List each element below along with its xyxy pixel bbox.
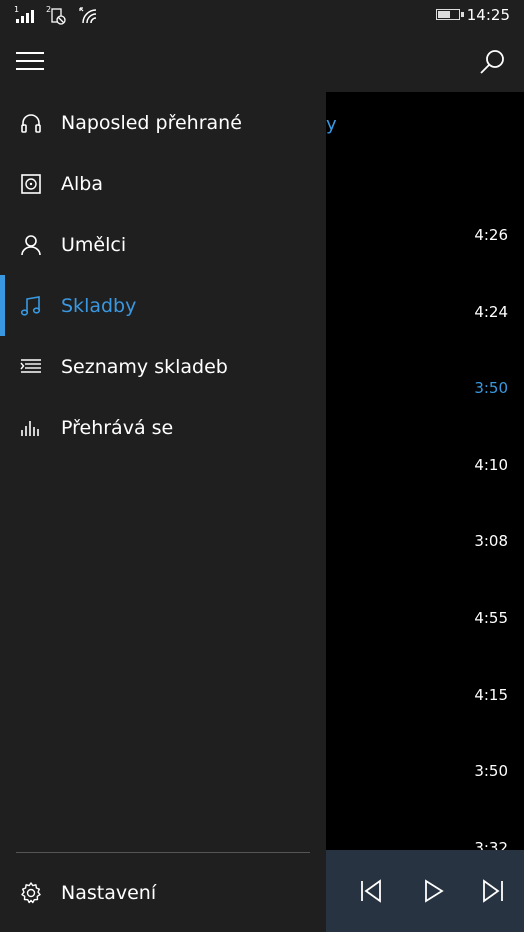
battery-icon: [436, 9, 464, 20]
nav-label: Naposled přehrané: [61, 111, 242, 134]
song-duration: 4:15: [474, 685, 508, 704]
next-button[interactable]: [480, 878, 506, 904]
song-duration: 4:55: [474, 609, 508, 627]
divider: [16, 852, 310, 853]
nav-item-recent[interactable]: Naposled přehrané: [0, 92, 326, 153]
signal-sim1-icon: 1: [14, 5, 34, 23]
gear-icon: [21, 881, 41, 903]
nav-label: Alba: [61, 172, 103, 195]
search-button[interactable]: [478, 48, 506, 76]
nav-item-songs[interactable]: Skladby: [0, 275, 326, 336]
nav-label: Přehrává se: [61, 416, 174, 439]
playlist-icon: [20, 358, 41, 373]
signal-sim2-icon: 2: [46, 5, 66, 25]
nav-label: Skladby: [61, 294, 137, 317]
selection-indicator: [0, 275, 5, 336]
clock: 14:25: [466, 6, 510, 24]
status-bar: 1 2 14:25: [0, 0, 524, 32]
nav-label: Umělci: [61, 233, 127, 256]
hamburger-menu-button[interactable]: [16, 52, 44, 72]
song-duration: 3:08: [474, 532, 508, 551]
player-bar: [326, 850, 524, 932]
previous-button[interactable]: [358, 878, 384, 904]
song-duration: 3:50: [474, 379, 508, 398]
navigation-drawer: Naposled přehrané Alba Umělci Skladby Se…: [0, 92, 326, 932]
song-duration: 3:32: [474, 838, 508, 850]
svg-text:2: 2: [46, 5, 51, 14]
play-button[interactable]: [420, 878, 446, 904]
nav-label: Seznamy skladeb: [61, 355, 228, 378]
nav-label: Nastavení: [61, 881, 157, 904]
song-duration: 3:50: [474, 762, 508, 781]
wifi-icon: [79, 7, 97, 24]
equalizer-icon: [21, 420, 39, 436]
nav-item-settings[interactable]: Nastavení: [0, 862, 326, 923]
nav-item-now-playing[interactable]: Přehrává se: [0, 397, 326, 458]
song-duration: 4:10: [474, 455, 508, 474]
song-duration: 4:24: [474, 302, 508, 321]
song-list: y 4:26 4:24 3:50 4:10 3:08 4:55 4:15 3:50 3:32: [326, 92, 524, 850]
person-icon: [21, 234, 41, 255]
headphones-icon: [21, 113, 41, 133]
nav-item-playlists[interactable]: Seznamy skladeb: [0, 336, 326, 397]
song-duration: 4:26: [474, 226, 508, 244]
app-bar: [0, 32, 524, 92]
album-icon: [21, 173, 41, 194]
nav-item-artists[interactable]: Umělci: [0, 214, 326, 275]
svg-text:1: 1: [14, 5, 19, 14]
filter-link[interactable]: y: [326, 114, 337, 135]
nav-item-albums[interactable]: Alba: [0, 153, 326, 214]
music-note-icon: [20, 295, 41, 316]
